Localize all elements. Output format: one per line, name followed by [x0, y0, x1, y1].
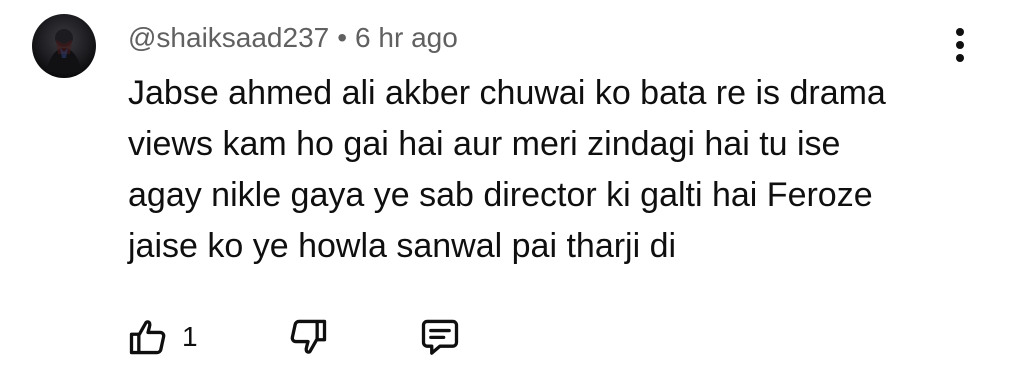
dislike-button[interactable] [286, 313, 330, 361]
author-name[interactable]: @shaiksaad237 [128, 22, 329, 54]
more-vert-icon [956, 28, 964, 62]
more-options-button[interactable] [946, 24, 974, 68]
comment-text-line: jaise ko ye howla sanwal pai tharji di [128, 227, 677, 265]
comment-item: @shaiksaad237 • 6 hr ago Jabse ahmed ali… [0, 0, 1024, 371]
avatar-image [46, 29, 82, 72]
thumb-up-icon [129, 320, 166, 355]
thumb-down-icon [290, 319, 326, 354]
comment-actions: 1 [126, 313, 462, 361]
timestamp: 6 hr ago [355, 22, 458, 53]
comment-text: Jabse ahmed ali akber chuwai ko bata re … [128, 68, 988, 272]
comment-text-line: Jabse ahmed ali akber chuwai ko bata re … [128, 74, 886, 112]
reply-comment-icon [421, 319, 458, 355]
reply-button[interactable] [418, 313, 462, 361]
comment-text-line: agay nikle gaya ye sab director ki galti… [128, 176, 873, 214]
like-button[interactable]: 1 [126, 313, 198, 361]
separator-dot: • [337, 22, 348, 53]
avatar[interactable] [32, 14, 96, 78]
comment-header: @shaiksaad237 • 6 hr ago [128, 18, 458, 58]
like-count: 1 [182, 321, 198, 352]
comment-text-line: views kam ho gai hai aur meri zindagi ha… [128, 125, 841, 163]
